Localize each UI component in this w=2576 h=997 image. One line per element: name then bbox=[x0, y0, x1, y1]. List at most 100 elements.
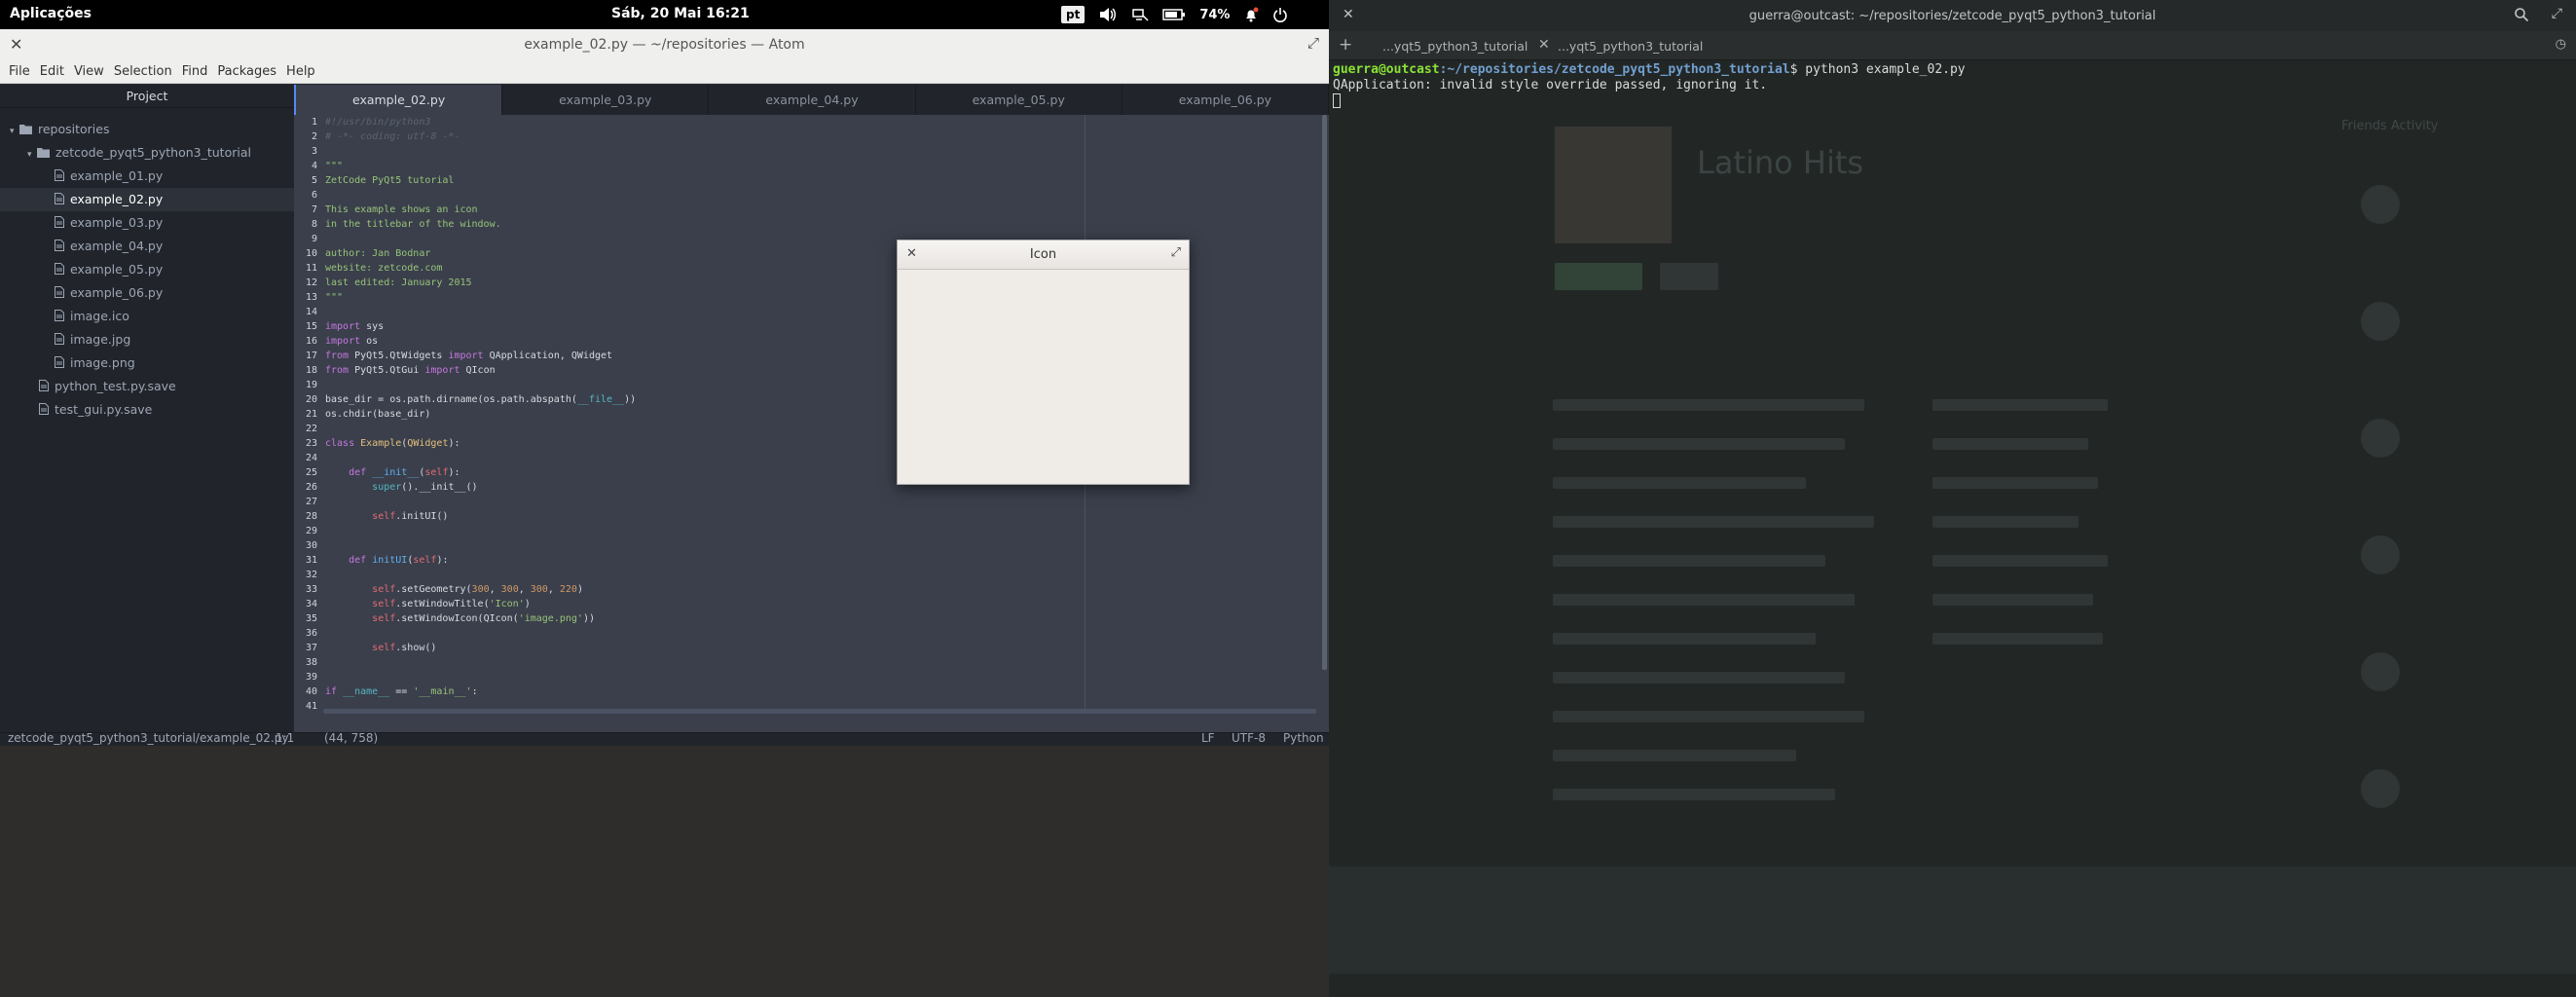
line-number: 11 bbox=[305, 263, 317, 274]
volume-icon[interactable] bbox=[1098, 7, 1118, 22]
tree-file[interactable]: example_01.py bbox=[0, 165, 294, 188]
status-file-path[interactable]: zetcode_pyqt5_python3_tutorial/example_0… bbox=[8, 731, 288, 745]
maximize-icon[interactable]: ⤢ bbox=[2552, 6, 2562, 21]
menu-selection[interactable]: Selection bbox=[109, 60, 177, 83]
horizontal-scrollbar[interactable] bbox=[323, 709, 1316, 714]
keyboard-layout-indicator[interactable]: pt bbox=[1061, 6, 1086, 23]
tree-file[interactable]: image.png bbox=[0, 351, 294, 375]
menu-edit[interactable]: Edit bbox=[35, 60, 69, 83]
project-tree-header[interactable]: Project bbox=[0, 85, 294, 108]
terminal-tab-1[interactable]: ...yqt5_python3_tutorial bbox=[1382, 39, 1527, 54]
menu-file[interactable]: File bbox=[4, 60, 35, 83]
tree-file[interactable]: example_02.py bbox=[0, 188, 294, 211]
menu-find[interactable]: Find bbox=[177, 60, 213, 83]
code-line: self.initUI() bbox=[372, 511, 449, 522]
line-number: 13 bbox=[305, 292, 317, 303]
tree-file[interactable]: test_gui.py.save bbox=[0, 398, 294, 422]
power-icon[interactable] bbox=[1272, 7, 1288, 22]
file-icon bbox=[55, 189, 64, 212]
line-number: 10 bbox=[305, 248, 317, 259]
code-line: #!/usr/bin/python3 bbox=[325, 117, 431, 128]
notifications-bell-icon[interactable] bbox=[1243, 7, 1259, 22]
close-tab-icon[interactable]: ✕ bbox=[1538, 37, 1550, 53]
terminal-window-title: guerra@outcast: ~/repositories/zetcode_p… bbox=[1748, 9, 2156, 23]
search-icon[interactable] bbox=[2514, 7, 2529, 26]
status-encoding[interactable]: UTF-8 bbox=[1232, 731, 1266, 745]
empty-workspace bbox=[0, 746, 1329, 997]
tab-example-02[interactable]: example_02.py bbox=[294, 85, 503, 115]
menu-packages[interactable]: Packages bbox=[212, 60, 281, 83]
status-line-ending[interactable]: LF bbox=[1201, 731, 1215, 745]
new-tab-plus-icon[interactable]: + bbox=[1339, 35, 1352, 55]
tree-file[interactable]: example_03.py bbox=[0, 211, 294, 235]
clock[interactable]: Sáb, 20 Mai 16:21 bbox=[611, 6, 750, 21]
terminal-tab-2[interactable]: ...yqt5_python3_tutorial bbox=[1558, 39, 1703, 54]
line-number: 21 bbox=[305, 409, 317, 420]
code-line: ZetCode PyQt5 tutorial bbox=[325, 175, 455, 186]
tab-example-03[interactable]: example_03.py bbox=[502, 85, 710, 115]
line-number: 18 bbox=[305, 365, 317, 376]
tree-file[interactable]: python_test.py.save bbox=[0, 375, 294, 398]
line-number: 24 bbox=[305, 453, 317, 463]
terminal-cursor bbox=[1333, 93, 1341, 108]
chevron-down-icon[interactable]: ▾ bbox=[10, 120, 19, 143]
menu-view[interactable]: View bbox=[69, 60, 109, 83]
maximize-icon[interactable]: ⤢ bbox=[1307, 34, 1319, 52]
network-icon[interactable] bbox=[1131, 7, 1149, 22]
tab-example-06[interactable]: example_06.py bbox=[1122, 85, 1330, 115]
line-number: 4 bbox=[311, 161, 317, 171]
menu-help[interactable]: Help bbox=[281, 60, 320, 83]
code-line: # -*- coding: utf-8 -*- bbox=[325, 131, 460, 142]
atom-titlebar[interactable]: ✕ example_02.py — ~/repositories — Atom … bbox=[0, 29, 1329, 60]
tree-file[interactable]: example_04.py bbox=[0, 235, 294, 258]
code-line: in the titlebar of the window. bbox=[325, 219, 501, 230]
file-icon bbox=[39, 376, 49, 399]
line-number: 41 bbox=[305, 701, 317, 711]
line-number: 29 bbox=[305, 526, 317, 536]
line-number: 36 bbox=[305, 628, 317, 639]
tree-folder[interactable]: ▾ repositories bbox=[0, 118, 294, 141]
status-grammar[interactable]: Python bbox=[1283, 731, 1324, 745]
tree-folder[interactable]: ▾ zetcode_pyqt5_python3_tutorial bbox=[0, 141, 294, 165]
tree-item-label: example_04.py bbox=[70, 239, 164, 253]
tree-item-label: test_gui.py.save bbox=[55, 402, 153, 417]
qt-window-titlebar[interactable]: ✕ Icon ⤢ bbox=[898, 240, 1189, 270]
tree-item-label: example_03.py bbox=[70, 215, 164, 230]
tree-item-label: repositories bbox=[38, 122, 110, 136]
tree-file[interactable]: example_06.py bbox=[0, 281, 294, 305]
atom-menubar: File Edit View Selection Find Packages H… bbox=[0, 60, 1329, 84]
qt-icon-window[interactable]: ✕ Icon ⤢ bbox=[897, 240, 1190, 485]
tab-example-04[interactable]: example_04.py bbox=[709, 85, 916, 115]
atom-status-bar: zetcode_pyqt5_python3_tutorial/example_0… bbox=[0, 731, 1329, 746]
file-icon bbox=[55, 329, 64, 352]
tab-example-05[interactable]: example_05.py bbox=[916, 85, 1122, 115]
line-number: 2 bbox=[311, 131, 317, 142]
battery-icon[interactable] bbox=[1162, 8, 1186, 21]
status-cursor-position[interactable]: 1:1 bbox=[276, 731, 294, 745]
line-number: 14 bbox=[305, 307, 317, 317]
line-number-gutter[interactable]: 1 2 3 4 5 6 7 8 9 10 11 12 13 14 15 16 17 18 19 20 21 22 23 24 2… bbox=[294, 115, 323, 711]
terminal-window: Latino Hits Friends Activity ✕ guerra@ou… bbox=[1329, 0, 2576, 997]
applications-menu[interactable]: Aplicações bbox=[10, 6, 92, 21]
line-number: 26 bbox=[305, 482, 317, 493]
vertical-scrollbar[interactable] bbox=[1322, 115, 1327, 670]
desktop: Aplicações Sáb, 20 Mai 16:21 pt 74% ✕ ex… bbox=[0, 0, 2576, 997]
tree-item-label: example_06.py bbox=[70, 285, 164, 300]
line-number: 34 bbox=[305, 599, 317, 609]
tree-file[interactable]: example_05.py bbox=[0, 258, 294, 281]
tree-file[interactable]: image.jpg bbox=[0, 328, 294, 351]
tree-file[interactable]: image.ico bbox=[0, 305, 294, 328]
maximize-icon[interactable]: ⤢ bbox=[1171, 245, 1181, 260]
line-number: 19 bbox=[305, 380, 317, 390]
terminal-titlebar[interactable]: ✕ guerra@outcast: ~/repositories/zetcode… bbox=[1329, 0, 2576, 31]
history-clock-icon[interactable]: ◷ bbox=[2556, 37, 2566, 52]
code-line: self.setWindowTitle('Icon') bbox=[372, 599, 531, 609]
chevron-down-icon[interactable]: ▾ bbox=[27, 143, 37, 166]
battery-percentage: 74% bbox=[1199, 7, 1231, 22]
terminal-output[interactable]: guerra@outcast:~/repositories/zetcode_py… bbox=[1329, 60, 2576, 997]
